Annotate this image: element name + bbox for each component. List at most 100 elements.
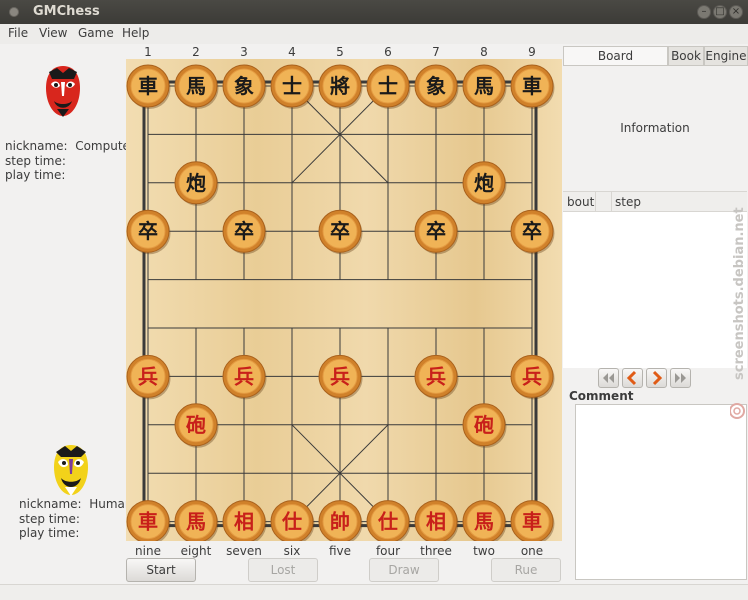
double-left-icon bbox=[603, 373, 614, 383]
lost-button[interactable]: Lost bbox=[248, 558, 318, 582]
start-button[interactable]: Start bbox=[126, 558, 196, 582]
computer-nickname: nickname: Computer bbox=[5, 139, 135, 154]
column-number: 5 bbox=[336, 45, 344, 59]
black-piece[interactable]: 卒 bbox=[510, 209, 555, 255]
black-piece[interactable]: 車 bbox=[126, 64, 171, 109]
next-move-button[interactable] bbox=[646, 368, 667, 388]
black-piece[interactable]: 象 bbox=[222, 64, 267, 109]
left-arrow-icon bbox=[626, 370, 637, 386]
tab-book[interactable]: Book bbox=[668, 46, 704, 66]
column-divider bbox=[611, 192, 612, 212]
black-piece[interactable]: 炮 bbox=[462, 161, 507, 206]
red-piece[interactable]: 車 bbox=[126, 500, 171, 545]
piece-label: 砲 bbox=[474, 413, 494, 437]
piece-label: 馬 bbox=[186, 510, 206, 534]
comment-textarea[interactable] bbox=[575, 404, 747, 580]
menu-game[interactable]: Game bbox=[78, 26, 114, 40]
computer-info: nickname: Computer step time: play time: bbox=[5, 139, 135, 183]
piece-label: 象 bbox=[426, 74, 446, 98]
black-piece[interactable]: 卒 bbox=[414, 209, 459, 255]
red-piece[interactable]: 仕 bbox=[270, 500, 315, 545]
last-move-button[interactable] bbox=[670, 368, 691, 388]
nickname-label: nickname: bbox=[5, 139, 68, 153]
black-piece[interactable]: 士 bbox=[270, 64, 315, 109]
information-box: Information bbox=[563, 65, 747, 191]
menu-help[interactable]: Help bbox=[122, 26, 149, 40]
black-piece[interactable]: 卒 bbox=[222, 209, 267, 255]
tab-engine[interactable]: Engine bbox=[704, 46, 748, 66]
piece-label: 兵 bbox=[138, 364, 158, 388]
piece-label: 馬 bbox=[474, 74, 494, 98]
column-name: two bbox=[473, 544, 495, 558]
first-move-button[interactable] bbox=[598, 368, 619, 388]
minimize-icon[interactable]: – bbox=[697, 5, 711, 19]
piece-label: 卒 bbox=[330, 219, 350, 243]
bout-column-header[interactable]: bout bbox=[567, 195, 594, 209]
black-piece[interactable]: 士 bbox=[366, 64, 411, 109]
red-piece[interactable]: 兵 bbox=[126, 354, 171, 400]
human-play-time: play time: bbox=[19, 526, 80, 540]
red-piece[interactable]: 馬 bbox=[174, 500, 219, 545]
previous-move-button[interactable] bbox=[622, 368, 643, 388]
red-piece[interactable]: 仕 bbox=[366, 500, 411, 545]
black-piece[interactable]: 馬 bbox=[174, 64, 219, 109]
double-right-icon bbox=[675, 373, 686, 383]
red-piece[interactable]: 兵 bbox=[414, 354, 459, 400]
column-name: five bbox=[328, 544, 352, 558]
window-menu-icon[interactable] bbox=[9, 7, 19, 17]
column-number: 7 bbox=[432, 45, 440, 59]
rue-button[interactable]: Rue bbox=[491, 558, 561, 582]
comment-label: Comment bbox=[569, 389, 634, 403]
close-icon[interactable]: × bbox=[729, 5, 743, 19]
red-piece[interactable]: 馬 bbox=[462, 500, 507, 545]
piece-label: 馬 bbox=[474, 510, 494, 534]
draw-button[interactable]: Draw bbox=[369, 558, 439, 582]
piece-label: 仕 bbox=[377, 510, 398, 534]
red-piece[interactable]: 相 bbox=[414, 500, 459, 545]
piece-label: 卒 bbox=[138, 219, 158, 243]
black-piece[interactable]: 車 bbox=[510, 64, 555, 109]
column-number: 1 bbox=[144, 45, 152, 59]
watermark-logo-icon bbox=[729, 403, 745, 419]
piece-label: 砲 bbox=[186, 413, 206, 437]
black-piece[interactable]: 卒 bbox=[126, 209, 171, 255]
piece-label: 車 bbox=[138, 510, 158, 534]
piece-label: 卒 bbox=[522, 219, 542, 243]
maximize-icon[interactable]: □ bbox=[713, 5, 727, 19]
red-piece[interactable]: 兵 bbox=[510, 354, 555, 400]
window-title: GMChess bbox=[33, 4, 100, 19]
red-piece[interactable]: 砲 bbox=[462, 403, 507, 448]
column-number: 4 bbox=[288, 45, 296, 59]
title-bar: GMChess – □ × bbox=[0, 0, 748, 24]
red-piece[interactable]: 砲 bbox=[174, 403, 219, 448]
piece-label: 仕 bbox=[281, 510, 302, 534]
column-name: one bbox=[520, 544, 544, 558]
piece-label: 將 bbox=[330, 74, 350, 98]
black-piece[interactable]: 卒 bbox=[318, 209, 363, 255]
black-piece[interactable]: 將 bbox=[318, 64, 363, 109]
piece-label: 兵 bbox=[234, 364, 254, 388]
computer-play-time: play time: bbox=[5, 168, 66, 182]
red-piece[interactable]: 兵 bbox=[318, 354, 363, 400]
piece-label: 卒 bbox=[234, 219, 254, 243]
column-name: nine bbox=[135, 544, 161, 558]
chess-board[interactable]: 車馬象士將士象馬車炮炮卒卒卒卒卒兵兵兵兵兵砲砲車馬相仕帥仕相馬車 bbox=[126, 59, 562, 545]
tab-board-information[interactable]: Board Information bbox=[563, 46, 668, 81]
red-piece[interactable]: 兵 bbox=[222, 354, 267, 400]
piece-label: 卒 bbox=[426, 219, 446, 243]
menu-file[interactable]: File bbox=[8, 26, 28, 40]
column-number: 2 bbox=[192, 45, 200, 59]
red-piece[interactable]: 相 bbox=[222, 500, 267, 545]
step-column-header[interactable]: step bbox=[615, 195, 641, 209]
watermark: screenshots.debian.net bbox=[729, 180, 748, 420]
right-arrow-icon bbox=[652, 370, 663, 386]
menu-view[interactable]: View bbox=[39, 26, 67, 40]
red-piece[interactable]: 帥 bbox=[318, 500, 363, 545]
red-piece[interactable]: 車 bbox=[510, 500, 555, 545]
black-piece[interactable]: 馬 bbox=[462, 64, 507, 109]
black-piece[interactable]: 象 bbox=[414, 64, 459, 109]
column-name: four bbox=[375, 544, 401, 558]
black-piece[interactable]: 炮 bbox=[174, 161, 219, 206]
piece-label: 車 bbox=[522, 74, 542, 98]
move-list[interactable] bbox=[563, 212, 747, 368]
